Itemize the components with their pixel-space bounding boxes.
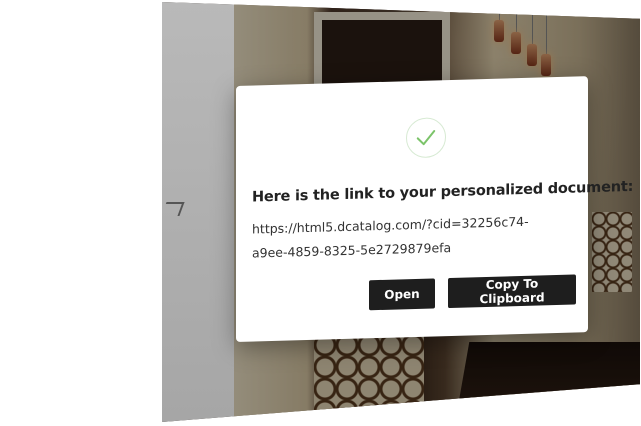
- document-link-line-1: https://html5.dcatalog.com/?cid=32256c74…: [252, 213, 529, 237]
- copy-to-clipboard-button[interactable]: Copy To Clipboard: [448, 274, 576, 309]
- link-dialog: Here is the link to your personalized do…: [236, 76, 634, 342]
- side-panel: [162, 2, 234, 422]
- checkmark-circle-icon: [406, 117, 446, 159]
- open-button[interactable]: Open: [369, 278, 435, 311]
- dialog-title: Here is the link to your personalized do…: [252, 178, 634, 206]
- document-link-line-2: a9ee-4859-8325-5e2729879efa: [252, 239, 452, 261]
- device-mockup: Here is the link to your personalized do…: [0, 0, 641, 426]
- checkmark-icon: [416, 130, 436, 146]
- panel-handle-icon: [162, 202, 185, 216]
